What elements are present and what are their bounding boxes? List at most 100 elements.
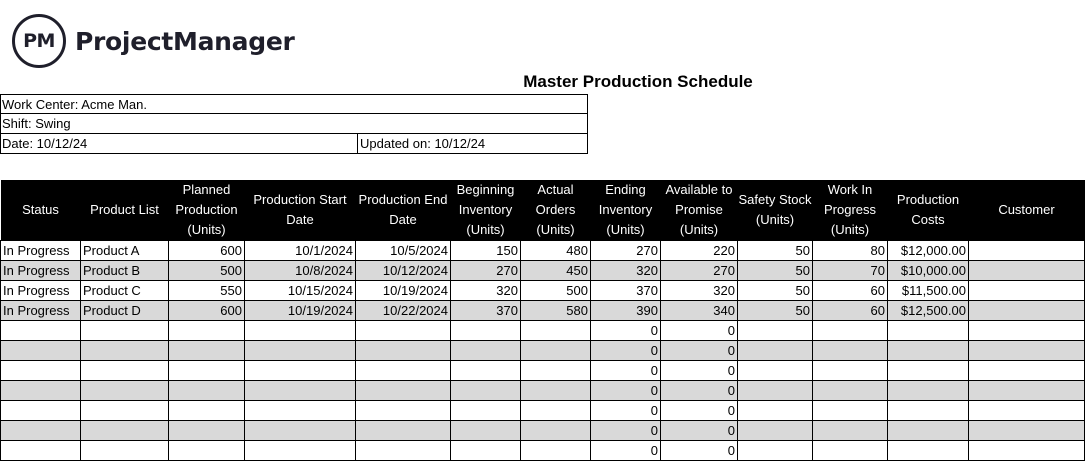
table-cell[interactable]: 0 bbox=[660, 340, 738, 361]
column-header[interactable]: Production Start Date bbox=[244, 180, 356, 241]
table-cell[interactable]: 480 bbox=[520, 240, 591, 261]
table-cell[interactable] bbox=[244, 320, 356, 341]
table-cell[interactable]: 450 bbox=[520, 260, 591, 281]
table-cell[interactable]: 50 bbox=[737, 280, 813, 301]
shift-cell[interactable]: Shift: Swing bbox=[1, 114, 71, 133]
table-cell[interactable]: 60 bbox=[812, 300, 888, 321]
table-cell[interactable] bbox=[80, 340, 169, 361]
table-cell[interactable]: 0 bbox=[590, 400, 661, 421]
column-header[interactable]: Planned Production (Units) bbox=[168, 180, 245, 241]
table-cell[interactable] bbox=[244, 400, 356, 421]
table-cell[interactable]: 10/5/2024 bbox=[355, 240, 451, 261]
table-cell[interactable]: Product D bbox=[80, 300, 169, 321]
column-header[interactable]: Beginning Inventory (Units) bbox=[450, 180, 521, 241]
table-cell[interactable] bbox=[887, 360, 969, 381]
table-cell[interactable] bbox=[968, 340, 1085, 361]
table-cell[interactable]: 270 bbox=[590, 240, 661, 261]
table-cell[interactable]: 0 bbox=[660, 380, 738, 401]
table-cell[interactable]: In Progress bbox=[0, 280, 81, 301]
table-cell[interactable] bbox=[450, 420, 521, 441]
table-cell[interactable] bbox=[968, 300, 1085, 321]
table-cell[interactable] bbox=[355, 360, 451, 381]
table-cell[interactable] bbox=[80, 360, 169, 381]
column-header[interactable]: Safety Stock (Units) bbox=[737, 180, 813, 241]
table-cell[interactable] bbox=[450, 400, 521, 421]
table-cell[interactable] bbox=[244, 440, 356, 461]
table-cell[interactable] bbox=[520, 360, 591, 381]
column-header[interactable]: Work In Progress (Units) bbox=[812, 180, 888, 241]
table-cell[interactable] bbox=[0, 380, 81, 401]
table-cell[interactable]: 0 bbox=[590, 380, 661, 401]
table-cell[interactable] bbox=[355, 380, 451, 401]
table-cell[interactable] bbox=[355, 320, 451, 341]
table-cell[interactable]: 10/22/2024 bbox=[355, 300, 451, 321]
table-cell[interactable]: 10/19/2024 bbox=[355, 280, 451, 301]
table-cell[interactable] bbox=[244, 340, 356, 361]
table-cell[interactable] bbox=[0, 440, 81, 461]
table-cell[interactable]: 370 bbox=[450, 300, 521, 321]
table-cell[interactable] bbox=[168, 420, 245, 441]
table-cell[interactable] bbox=[80, 400, 169, 421]
table-cell[interactable]: 370 bbox=[590, 280, 661, 301]
table-cell[interactable] bbox=[520, 340, 591, 361]
column-header[interactable]: Product List bbox=[80, 180, 169, 241]
table-cell[interactable] bbox=[168, 340, 245, 361]
table-cell[interactable] bbox=[887, 420, 969, 441]
table-cell[interactable] bbox=[0, 360, 81, 381]
table-cell[interactable]: In Progress bbox=[0, 240, 81, 261]
table-cell[interactable]: 10/15/2024 bbox=[244, 280, 356, 301]
table-cell[interactable]: 580 bbox=[520, 300, 591, 321]
table-cell[interactable]: $12,000.00 bbox=[887, 240, 969, 261]
table-cell[interactable]: 50 bbox=[737, 300, 813, 321]
table-cell[interactable] bbox=[244, 380, 356, 401]
table-cell[interactable]: $12,500.00 bbox=[887, 300, 969, 321]
table-cell[interactable] bbox=[450, 360, 521, 381]
table-cell[interactable] bbox=[520, 420, 591, 441]
table-cell[interactable] bbox=[737, 340, 813, 361]
table-cell[interactable]: 320 bbox=[590, 260, 661, 281]
table-cell[interactable] bbox=[450, 380, 521, 401]
table-cell[interactable]: 10/19/2024 bbox=[244, 300, 356, 321]
table-cell[interactable] bbox=[812, 420, 888, 441]
table-cell[interactable]: 0 bbox=[660, 360, 738, 381]
table-cell[interactable] bbox=[355, 400, 451, 421]
table-cell[interactable]: 0 bbox=[660, 420, 738, 441]
updated-cell[interactable]: Updated on: 10/12/24 bbox=[357, 134, 485, 153]
table-cell[interactable]: $11,500.00 bbox=[887, 280, 969, 301]
table-cell[interactable]: 500 bbox=[168, 260, 245, 281]
table-cell[interactable]: 10/1/2024 bbox=[244, 240, 356, 261]
table-cell[interactable]: 320 bbox=[660, 280, 738, 301]
table-cell[interactable] bbox=[168, 380, 245, 401]
table-cell[interactable] bbox=[0, 400, 81, 421]
table-cell[interactable] bbox=[968, 240, 1085, 261]
table-cell[interactable] bbox=[168, 360, 245, 381]
table-cell[interactable] bbox=[968, 400, 1085, 421]
table-cell[interactable] bbox=[168, 400, 245, 421]
table-cell[interactable] bbox=[968, 360, 1085, 381]
table-cell[interactable]: 320 bbox=[450, 280, 521, 301]
table-cell[interactable] bbox=[812, 440, 888, 461]
table-cell[interactable]: Product A bbox=[80, 240, 169, 261]
table-cell[interactable]: 70 bbox=[812, 260, 888, 281]
table-cell[interactable]: 600 bbox=[168, 300, 245, 321]
table-cell[interactable]: 270 bbox=[660, 260, 738, 281]
column-header[interactable]: Production End Date bbox=[355, 180, 451, 241]
table-cell[interactable]: 270 bbox=[450, 260, 521, 281]
table-cell[interactable] bbox=[0, 420, 81, 441]
table-cell[interactable] bbox=[887, 440, 969, 461]
table-cell[interactable]: 50 bbox=[737, 260, 813, 281]
table-cell[interactable] bbox=[520, 320, 591, 341]
table-cell[interactable] bbox=[520, 440, 591, 461]
table-cell[interactable]: 0 bbox=[660, 440, 738, 461]
table-cell[interactable]: 0 bbox=[660, 400, 738, 421]
table-cell[interactable]: 0 bbox=[590, 360, 661, 381]
column-header[interactable]: Customer bbox=[968, 180, 1085, 241]
table-cell[interactable]: 80 bbox=[812, 240, 888, 261]
table-cell[interactable] bbox=[244, 420, 356, 441]
table-cell[interactable] bbox=[968, 320, 1085, 341]
table-cell[interactable]: 10/12/2024 bbox=[355, 260, 451, 281]
table-cell[interactable] bbox=[737, 320, 813, 341]
table-cell[interactable] bbox=[968, 440, 1085, 461]
table-cell[interactable] bbox=[0, 320, 81, 341]
table-cell[interactable]: 0 bbox=[590, 440, 661, 461]
